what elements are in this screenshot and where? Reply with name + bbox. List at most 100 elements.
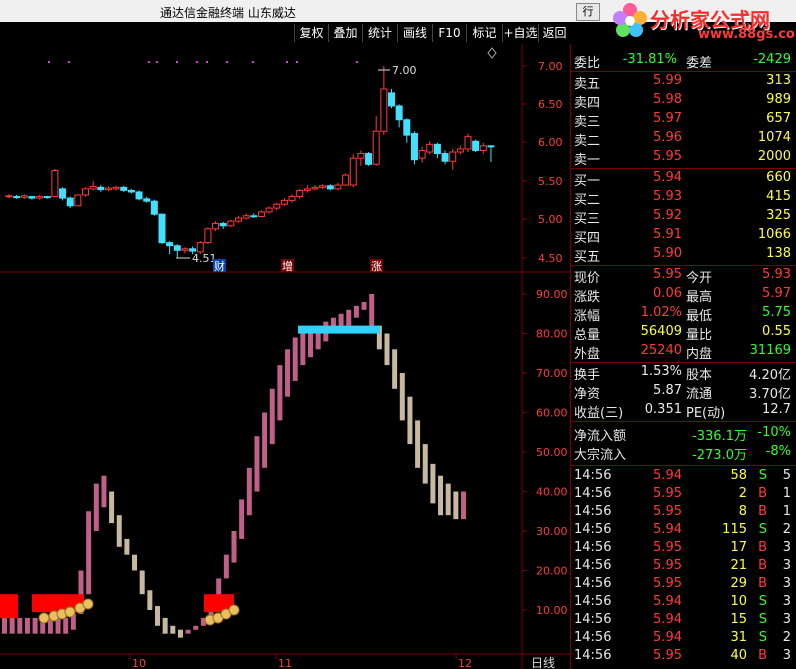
toolbar-button-3[interactable]: 画线 — [397, 24, 432, 42]
candle-body — [181, 248, 189, 251]
tick-count: 3 — [782, 576, 791, 591]
candle-body — [372, 130, 380, 165]
event-marker-label: 涨 — [371, 260, 382, 273]
fund-row: 收益(三) 0.351 PE(动) 12.7 — [571, 402, 796, 421]
tick-side: B — [758, 648, 767, 663]
main-y-tick-label: 7.00 — [538, 60, 563, 73]
toolbar-button-5[interactable]: 标记 — [466, 24, 502, 42]
ask-price: 5.96 — [653, 130, 682, 145]
diamond-icon[interactable] — [487, 47, 497, 59]
divider-bids — [571, 265, 796, 266]
candle-body — [342, 174, 350, 186]
tick-volume: 15 — [730, 612, 747, 627]
site-logo: 分析家公式网 www.88gs.com — [598, 0, 796, 44]
candle-body — [112, 186, 120, 190]
tick-row: 14:56 5.95 17 B 3 — [571, 540, 796, 558]
toolbar-button-4[interactable]: F10 — [432, 24, 466, 42]
indicator-y-tick-label: 20.00 — [536, 565, 568, 578]
indicator-y-tick-label: 60.00 — [536, 407, 568, 420]
divider-weibi — [571, 71, 796, 72]
candle-body — [296, 189, 304, 198]
bid-label: 买三 — [574, 212, 601, 227]
indicator-bar — [177, 629, 183, 638]
stat-label: 现价 — [574, 271, 601, 286]
tick-time: 14:56 — [574, 558, 612, 573]
candle-body — [189, 248, 197, 252]
bid-volume: 325 — [766, 208, 791, 223]
tick-volume: 21 — [730, 558, 747, 573]
weibi-label: 委比 — [574, 56, 601, 71]
tick-volume: 40 — [730, 648, 747, 663]
candle-body — [303, 188, 311, 191]
indicator-bar — [170, 625, 176, 634]
fund-value: 0.351 — [644, 402, 682, 417]
indicator-y-tick-label: 40.00 — [536, 486, 568, 499]
stat-label: 涨跌 — [574, 290, 601, 305]
indicator-bar — [155, 606, 160, 626]
ask-label: 卖二 — [574, 134, 601, 149]
event-marker-label: 财 — [214, 259, 225, 273]
tick-count: 2 — [782, 522, 791, 537]
indicator-bar — [246, 467, 252, 516]
main-y-tick-label: 6.50 — [538, 98, 563, 111]
ask-row: 卖二 5.96 1074 — [571, 130, 796, 149]
toolbar-button-6[interactable]: +自选 — [502, 24, 538, 42]
indicator-bar — [277, 365, 283, 421]
stat-label-2: 今开 — [686, 271, 713, 286]
candle-body — [326, 185, 334, 190]
stat-row: 外盘 25240 内盘 31169 — [571, 343, 796, 362]
tick-time: 14:56 — [574, 504, 612, 519]
candle-body — [395, 105, 403, 121]
toolbar-button-2[interactable]: 统计 — [362, 24, 397, 42]
indicator-bar — [361, 301, 367, 310]
indicator-bar — [346, 309, 352, 326]
signal-dot — [286, 61, 288, 63]
flow-pct: -8% — [765, 444, 791, 459]
tick-side: S — [758, 594, 767, 609]
fund-label-2: 股本 — [686, 368, 713, 383]
signal-dot — [252, 61, 254, 63]
indicator-bar — [9, 617, 15, 634]
tick-volume: 58 — [730, 468, 747, 483]
toolbar-button-7[interactable]: 返回 — [538, 24, 570, 42]
weibi-row: 委比 -31.81% 委差 -2429 — [571, 52, 796, 71]
tick-time: 14:56 — [574, 486, 612, 501]
tick-price: 5.95 — [653, 540, 682, 555]
tick-side: S — [758, 612, 767, 627]
candle-body — [82, 188, 89, 196]
money-bag-icon — [82, 598, 94, 610]
ask-volume: 1074 — [757, 130, 791, 145]
bid-row: 买一 5.94 660 — [571, 170, 796, 189]
tick-side: B — [758, 540, 767, 555]
tick-price: 5.95 — [653, 576, 682, 591]
toolbar-button-1[interactable]: 叠加 — [328, 24, 362, 42]
indicator-bar — [292, 337, 298, 381]
bid-price: 5.91 — [653, 227, 682, 242]
main-y-tick-label: 5.50 — [538, 175, 563, 188]
candle-body — [150, 200, 158, 215]
toolbar-button-0[interactable]: 复权 — [294, 24, 328, 42]
flow-row: 大宗流入 -273.0万 -8% — [571, 444, 796, 463]
indicator-bar — [453, 491, 459, 520]
signal-dot — [68, 61, 70, 63]
bid-label: 买二 — [574, 193, 601, 208]
candle-body — [143, 198, 151, 202]
candle-body — [135, 191, 143, 200]
flow-amount: -273.0万 — [692, 448, 747, 463]
right-button[interactable]: 行 — [576, 3, 600, 21]
indicator-bar — [93, 483, 99, 531]
candle-body — [403, 119, 411, 136]
candle-body — [196, 242, 204, 253]
divider-asks — [571, 168, 796, 169]
fund-label-2: 流通 — [686, 387, 713, 402]
fund-label-2: PE(动) — [686, 406, 726, 421]
period-label: 日线 — [531, 656, 555, 669]
indicator-y-tick-label: 70.00 — [536, 367, 568, 380]
candle-body — [227, 220, 235, 227]
tick-row: 14:56 5.94 115 S 2 — [571, 522, 796, 540]
stat-label-2: 内盘 — [686, 347, 713, 362]
tick-row: 14:56 5.94 31 S 2 — [571, 630, 796, 648]
indicator-bar — [24, 617, 30, 634]
ask-row: 卖五 5.99 313 — [571, 73, 796, 92]
indicator-bar — [132, 554, 138, 571]
